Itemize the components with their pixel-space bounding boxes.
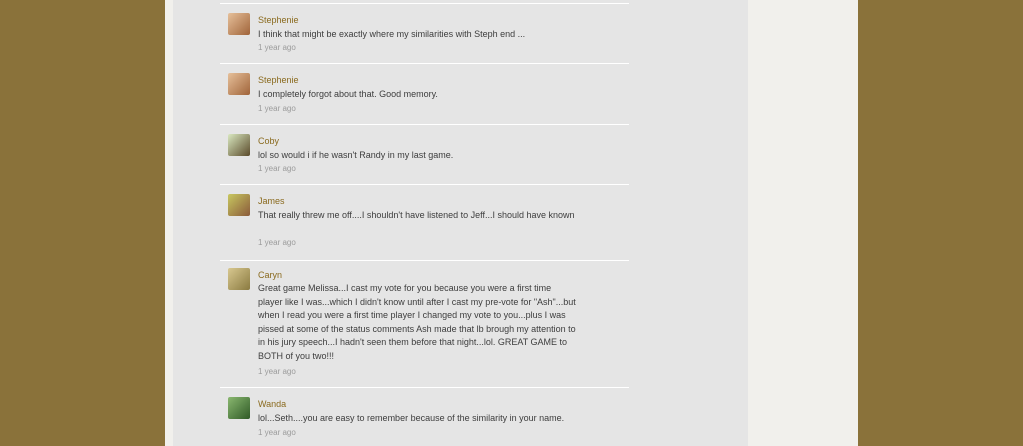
avatar[interactable] bbox=[228, 397, 250, 419]
avatar[interactable] bbox=[228, 194, 250, 216]
comment-text: lol so would i if he wasn't Randy in my … bbox=[258, 150, 454, 160]
comment-item: James That really threw me off....I shou… bbox=[220, 184, 629, 260]
page-background: Stephenie I think that might be exactly … bbox=[165, 0, 858, 446]
avatar[interactable] bbox=[228, 13, 250, 35]
comment-timestamp: 1 year ago bbox=[258, 43, 296, 52]
comment-timestamp: 1 year ago bbox=[258, 238, 296, 247]
comment-author[interactable]: Caryn bbox=[258, 270, 282, 281]
comment-author[interactable]: Coby bbox=[258, 136, 279, 147]
comment-author[interactable]: James bbox=[258, 196, 285, 207]
comment-author[interactable]: Stephenie bbox=[258, 75, 299, 86]
comment-timestamp: 1 year ago bbox=[258, 428, 296, 437]
comment-item: Coby lol so would i if he wasn't Randy i… bbox=[220, 124, 629, 184]
comment-timestamp: 1 year ago bbox=[258, 367, 296, 376]
comment-text: That really threw me off....I shouldn't … bbox=[258, 210, 575, 220]
comment-timestamp: 1 year ago bbox=[258, 104, 296, 113]
avatar[interactable] bbox=[228, 268, 250, 290]
comments-column: Stephenie I think that might be exactly … bbox=[173, 0, 748, 446]
comment-item: Caryn Great game Melissa...I cast my vot… bbox=[220, 260, 629, 387]
comment-item: Stephenie I completely forgot about that… bbox=[220, 63, 629, 124]
comment-text: lol...Seth....you are easy to remember b… bbox=[258, 413, 565, 423]
comment-text: Great game Melissa...I cast my vote for … bbox=[258, 283, 576, 361]
comment-author[interactable]: Wanda bbox=[258, 399, 286, 410]
comment-item: Stephenie I think that might be exactly … bbox=[220, 3, 629, 63]
avatar[interactable] bbox=[228, 73, 250, 95]
avatar[interactable] bbox=[228, 134, 250, 156]
comment-text: I completely forgot about that. Good mem… bbox=[258, 89, 438, 99]
comment-timestamp: 1 year ago bbox=[258, 164, 296, 173]
comment-author[interactable]: Stephenie bbox=[258, 15, 299, 26]
comment-text: I think that might be exactly where my s… bbox=[258, 29, 526, 39]
comment-item: Wanda lol...Seth....you are easy to reme… bbox=[220, 387, 629, 446]
